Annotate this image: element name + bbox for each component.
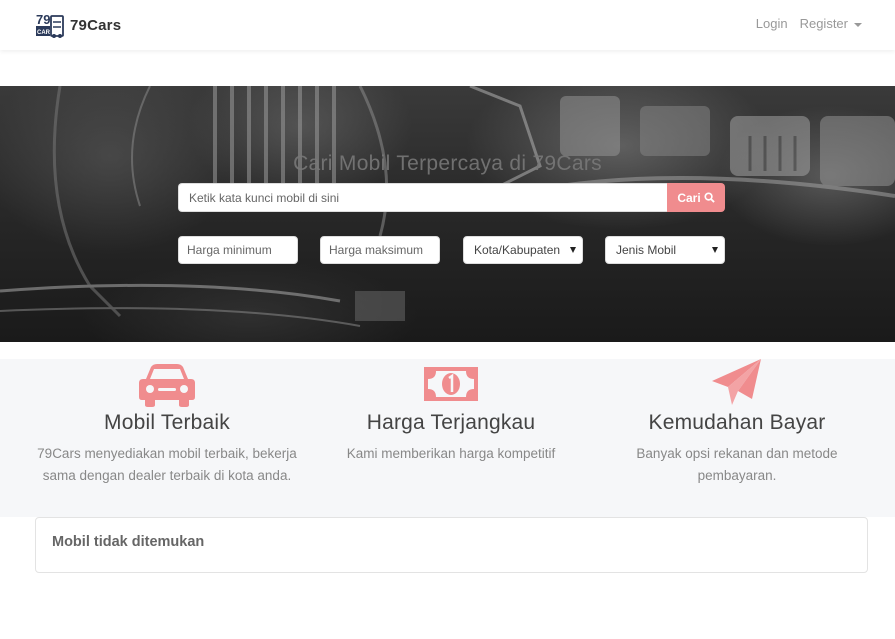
search-button[interactable]: Cari	[667, 183, 725, 212]
results-card: Mobil tidak ditemukan	[35, 517, 868, 573]
search-bar: Cari	[178, 183, 725, 212]
feature-title: Harga Terjangkau	[366, 411, 536, 434]
hero-title: Cari Mobil Terpercaya di 79Cars	[293, 152, 602, 175]
feature-title: Mobil Terbaik	[104, 411, 230, 434]
brand-link[interactable]: 79 CARS 79Cars	[35, 11, 121, 39]
feature-description: 79Cars menyediakan mobil terbaik, bekerj…	[37, 446, 297, 483]
nav-right: Login Register	[744, 16, 862, 31]
feature-title: Kemudahan Bayar	[648, 411, 826, 434]
hero-section: Cari Mobil Terpercaya di 79Cars Cari Kot…	[0, 86, 895, 342]
brand-name: 79Cars	[70, 16, 122, 34]
svg-text:79: 79	[36, 12, 50, 27]
dropdown-arrow-icon	[712, 247, 718, 253]
hero-background-image	[0, 86, 895, 327]
feature-description: Kami memberikan harga kompetitif	[346, 446, 556, 461]
feature-easy-payment: Kemudahan Bayar Banyak opsi rekanan dan …	[597, 359, 877, 487]
brand-logo: 79 CARS	[35, 11, 65, 39]
car-icon	[27, 359, 307, 407]
features-section: Mobil Terbaik 79Cars menyediakan mobil t…	[0, 359, 895, 517]
feature-best-cars: Mobil Terbaik 79Cars menyediakan mobil t…	[27, 359, 307, 487]
paper-plane-icon	[597, 359, 877, 407]
max-price-input[interactable]	[320, 236, 440, 264]
login-link[interactable]: Login	[756, 16, 788, 31]
navbar: 79 CARS 79Cars Login Register	[0, 0, 895, 50]
feature-affordable-price: Harga Terjangkau Kami memberikan harga k…	[311, 359, 591, 465]
money-bill-icon	[311, 359, 591, 407]
register-dropdown[interactable]: Register	[800, 16, 862, 31]
city-select-value: Kota/Kabupaten	[474, 243, 561, 257]
register-label: Register	[799, 16, 848, 31]
search-icon	[704, 192, 715, 203]
car-type-select[interactable]: Jenis Mobil	[605, 236, 725, 264]
search-button-label: Cari	[677, 190, 701, 205]
dropdown-arrow-icon	[570, 247, 576, 253]
search-input[interactable]	[178, 183, 667, 212]
empty-results-message: Mobil tidak ditemukan	[52, 534, 205, 550]
city-select[interactable]: Kota/Kabupaten	[463, 236, 583, 264]
caret-down-icon	[854, 22, 862, 27]
car-type-select-value: Jenis Mobil	[616, 243, 677, 257]
min-price-input[interactable]	[178, 236, 298, 264]
feature-description: Banyak opsi rekanan dan metode pembayara…	[636, 446, 838, 483]
